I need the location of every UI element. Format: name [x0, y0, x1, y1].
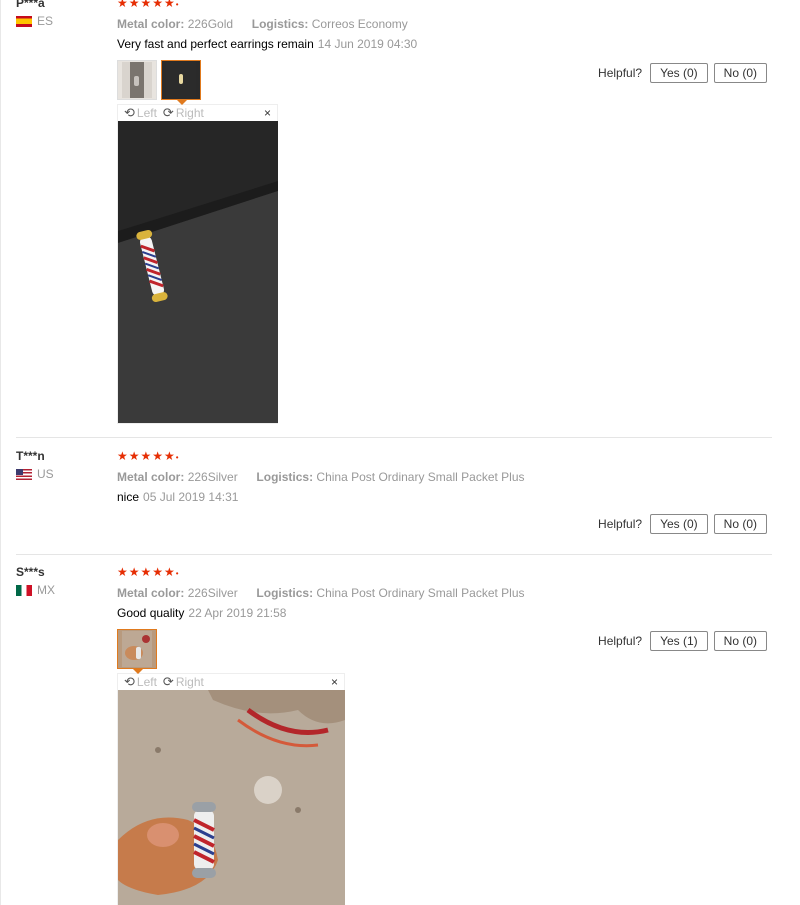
review-item: T***n US ★★★★★• Metal color: 226Silver L…: [16, 449, 772, 555]
helpful-yes-button[interactable]: Yes (0): [650, 63, 708, 83]
reviewer-name: P***a: [16, 0, 45, 10]
logistics-value: China Post Ordinary Small Packet Plus: [316, 470, 525, 484]
review-photo: [118, 690, 345, 905]
star-rating: ★★★★★•: [117, 0, 772, 12]
reviewer-info: T***n US: [16, 449, 106, 481]
review-item: P***a ES ★★★★★• Metal color: 226Gold Log…: [16, 0, 772, 438]
photo-viewer-toolbar: ⟲ Left ⟳ Right ×: [118, 674, 344, 690]
helpful-no-button[interactable]: No (0): [713, 514, 767, 534]
photo-thumbnail-image: [166, 62, 196, 98]
review-date: 14 Jun 2019 04:30: [317, 37, 418, 51]
photo-thumbnail-active[interactable]: [117, 629, 157, 674]
order-attributes: Metal color: 226Silver Logistics: China …: [117, 585, 772, 601]
review-text: Good quality: [117, 606, 185, 620]
rating-dot: •: [175, 569, 180, 578]
order-attributes: Metal color: 226Silver Logistics: China …: [117, 469, 772, 485]
order-attributes: Metal color: 226Gold Logistics: Correos …: [117, 16, 772, 32]
metal-color-value: 226Gold: [187, 17, 234, 31]
photo-viewer-toolbar: ⟲ Left ⟳ Right ×: [118, 105, 277, 121]
logistics-value: China Post Ordinary Small Packet Plus: [316, 586, 525, 600]
close-icon[interactable]: ×: [331, 674, 338, 690]
reviewer-country: MX: [16, 583, 106, 597]
reviewer-country: US: [16, 467, 106, 481]
page-left-border: [0, 0, 1, 905]
review-text-line: nice 05 Jul 2019 14:31: [117, 489, 772, 505]
metal-color-label: Metal color:: [117, 586, 185, 600]
helpful-yes-button[interactable]: Yes (0): [650, 514, 708, 534]
stars-icon: ★★★★★: [117, 0, 176, 10]
flag-mx-icon: [16, 584, 32, 596]
review-content: ★★★★★• Metal color: 226Silver Logistics:…: [117, 449, 772, 505]
logistics-value: Correos Economy: [311, 17, 408, 31]
helpful-no-button[interactable]: No (0): [713, 631, 767, 651]
helpful-label: Helpful?: [598, 634, 643, 648]
helpful-voting: Helpful? Yes (1) No (0): [598, 631, 767, 651]
rating-dot: •: [175, 453, 180, 462]
stars-icon: ★★★★★: [117, 565, 176, 579]
review-date: 05 Jul 2019 14:31: [143, 490, 239, 504]
photo-thumbnail[interactable]: [117, 60, 157, 100]
helpful-label: Helpful?: [598, 66, 643, 80]
flag-es-icon: [16, 15, 32, 27]
rotate-left-label: Left: [136, 106, 157, 120]
rotate-left-label: Left: [136, 675, 157, 689]
metal-color-value: 226Silver: [187, 470, 238, 484]
star-rating: ★★★★★•: [117, 449, 772, 465]
country-code: ES: [37, 14, 54, 28]
logistics-label: Logistics:: [256, 470, 314, 484]
photo-viewer: ⟲ Left ⟳ Right ×: [117, 104, 278, 424]
reviewer-country: ES: [16, 14, 106, 28]
helpful-no-button[interactable]: No (0): [713, 63, 767, 83]
helpful-label: Helpful?: [598, 517, 643, 531]
country-code: MX: [37, 583, 55, 597]
star-rating: ★★★★★•: [117, 565, 772, 581]
rotate-left-button[interactable]: ⟲ Left: [124, 105, 157, 121]
metal-color-value: 226Silver: [187, 586, 238, 600]
helpful-voting: Helpful? Yes (0) No (0): [598, 514, 767, 534]
rotate-right-label: Right: [175, 675, 204, 689]
rotate-right-button[interactable]: ⟳ Right: [163, 674, 204, 690]
logistics-label: Logistics:: [256, 586, 314, 600]
reviewer-name: T***n: [16, 449, 45, 463]
rotate-left-icon: ⟲: [124, 674, 135, 689]
rating-dot: •: [175, 0, 180, 9]
review-item: S***s MX ★★★★★• Metal color: 226Silver L…: [16, 565, 772, 905]
review-text-line: Very fast and perfect earrings remain 14 …: [117, 36, 772, 52]
photo-viewer: ⟲ Left ⟳ Right ×: [117, 673, 345, 905]
logistics-label: Logistics:: [251, 17, 309, 31]
rotate-right-icon: ⟳: [162, 674, 174, 689]
review-content: ★★★★★• Metal color: 226Silver Logistics:…: [117, 565, 772, 905]
rotate-right-label: Right: [175, 106, 204, 120]
review-text: nice: [117, 490, 140, 504]
rotate-right-icon: ⟳: [162, 105, 174, 120]
stars-icon: ★★★★★: [117, 449, 176, 463]
review-date: 22 Apr 2019 21:58: [188, 606, 287, 620]
close-icon[interactable]: ×: [264, 105, 271, 121]
reviewer-info: P***a ES: [16, 0, 106, 28]
flag-us-icon: [16, 468, 32, 480]
reviewer-name: S***s: [16, 565, 45, 579]
review-text: Very fast and perfect earrings remain: [117, 37, 314, 51]
metal-color-label: Metal color:: [117, 470, 185, 484]
reviewer-info: S***s MX: [16, 565, 106, 597]
photo-thumbnail-image: [122, 631, 152, 667]
helpful-yes-button[interactable]: Yes (1): [650, 631, 708, 651]
rotate-left-button[interactable]: ⟲ Left: [124, 674, 157, 690]
rotate-right-button[interactable]: ⟳ Right: [163, 105, 204, 121]
country-code: US: [37, 467, 54, 481]
photo-thumbnail-image: [122, 62, 152, 98]
photo-thumbnail-active[interactable]: [161, 60, 201, 105]
review-text-line: Good quality 22 Apr 2019 21:58: [117, 605, 772, 621]
review-photo: [118, 121, 278, 423]
rotate-left-icon: ⟲: [124, 105, 135, 120]
helpful-voting: Helpful? Yes (0) No (0): [598, 63, 767, 83]
metal-color-label: Metal color:: [117, 17, 185, 31]
